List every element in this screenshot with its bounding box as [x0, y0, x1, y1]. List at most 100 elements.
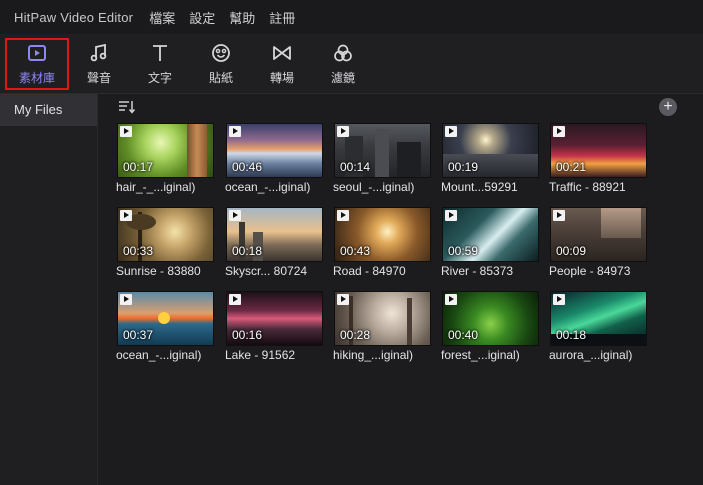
clip-name: ocean_-...iginal) [225, 180, 311, 194]
music-note-icon [90, 43, 107, 62]
clip-duration: 00:21 [556, 160, 587, 174]
tab-stickers[interactable]: 貼紙 [189, 38, 253, 90]
clip-name: forest_...iginal) [441, 348, 520, 362]
clip-thumbnail: 00:18 [550, 291, 647, 346]
clip-duration: 00:59 [448, 244, 479, 258]
app-title: HitPaw Video Editor [14, 9, 134, 25]
media-clip[interactable]: 00:40 forest_...iginal) [441, 291, 539, 363]
clip-name: People - 84973 [549, 264, 631, 278]
tab-audio[interactable]: 聲音 [67, 38, 131, 90]
clip-thumbnail: 00:14 [334, 123, 431, 178]
clip-name: Mount...59291 [441, 180, 518, 194]
media-clip[interactable]: 00:16 Lake - 91562 [225, 291, 323, 363]
media-clip[interactable]: 00:43 Road - 84970 [333, 207, 431, 279]
clip-thumbnail: 00:19 [442, 123, 539, 178]
clip-thumbnail: 00:18 [226, 207, 323, 262]
play-icon [337, 126, 349, 137]
clip-thumbnail: 00:43 [334, 207, 431, 262]
clip-duration: 00:43 [340, 244, 371, 258]
clip-duration: 00:09 [556, 244, 587, 258]
clip-duration: 00:19 [448, 160, 479, 174]
menu-help[interactable]: 幫助 [229, 8, 255, 27]
play-icon [553, 210, 565, 221]
clip-duration: 00:17 [123, 160, 154, 174]
play-icon [445, 210, 457, 221]
clip-thumbnail: 00:46 [226, 123, 323, 178]
play-icon [337, 294, 349, 305]
clip-duration: 00:37 [123, 328, 154, 342]
clip-duration: 00:40 [448, 328, 479, 342]
clip-duration: 00:16 [232, 328, 263, 342]
clip-name: Skyscr... 80724 [225, 264, 308, 278]
media-clip[interactable]: 00:21 Traffic - 88921 [549, 123, 647, 195]
transition-icon [273, 46, 291, 60]
clip-thumbnail: 00:59 [442, 207, 539, 262]
play-icon [120, 126, 132, 137]
clip-name: aurora_...iginal) [549, 348, 633, 362]
title-bar: HitPaw Video Editor 檔案 設定 幫助 註冊 [0, 0, 703, 34]
tab-text[interactable]: 文字 [128, 38, 192, 90]
clip-thumbnail: 00:40 [442, 291, 539, 346]
media-clip[interactable]: 00:09 People - 84973 [549, 207, 647, 279]
sidebar: My Files [0, 94, 98, 485]
tab-media-label: 素材庫 [18, 71, 55, 85]
clip-name: Traffic - 88921 [549, 180, 626, 194]
media-clip[interactable]: 00:19 Mount...59291 [441, 123, 539, 195]
clip-name: hair_-_...iginal) [116, 180, 196, 194]
clip-name: seoul_-...iginal) [333, 180, 415, 194]
media-clip[interactable]: 00:18 Skyscr... 80724 [225, 207, 323, 279]
play-icon [229, 126, 241, 137]
media-icon [28, 45, 46, 61]
clip-thumbnail: 00:16 [226, 291, 323, 346]
toolbar: 素材庫 聲音 文字 貼紙 轉場 濾鏡 [0, 34, 703, 94]
clip-name: River - 85373 [441, 264, 514, 278]
clip-duration: 00:14 [340, 160, 371, 174]
sort-icon[interactable] [118, 100, 136, 114]
play-icon [229, 210, 241, 221]
clip-thumbnail: 00:28 [334, 291, 431, 346]
clip-thumbnail: 00:17 [117, 123, 214, 178]
clip-duration: 00:18 [232, 244, 263, 258]
play-icon [553, 294, 565, 305]
clip-duration: 00:33 [123, 244, 154, 258]
clip-name: ocean_-...iginal) [116, 348, 202, 362]
add-media-button[interactable]: + [659, 98, 677, 116]
tab-transitions-label: 轉場 [269, 71, 294, 85]
media-clip[interactable]: 00:37 ocean_-...iginal) [116, 291, 214, 363]
filter-icon [334, 44, 352, 62]
clip-name: Lake - 91562 [225, 348, 296, 362]
menu-file[interactable]: 檔案 [149, 8, 175, 27]
clip-name: hiking_...iginal) [333, 348, 414, 362]
media-clip[interactable]: 00:17 hair_-_...iginal) [116, 123, 214, 195]
menu-bar: 檔案 設定 幫助 註冊 [149, 8, 309, 27]
sticker-icon [212, 44, 230, 62]
clip-duration: 00:28 [340, 328, 371, 342]
clip-thumbnail: 00:09 [550, 207, 647, 262]
media-clip[interactable]: 00:28 hiking_...iginal) [333, 291, 431, 363]
menu-settings[interactable]: 設定 [189, 8, 215, 27]
media-clip[interactable]: 00:18 aurora_...iginal) [549, 291, 647, 363]
clip-thumbnail: 00:37 [117, 291, 214, 346]
sidebar-item-my-files[interactable]: My Files [0, 94, 97, 126]
tab-transitions[interactable]: 轉場 [250, 38, 314, 90]
text-icon [153, 45, 167, 61]
media-clip[interactable]: 00:59 River - 85373 [441, 207, 539, 279]
tab-media[interactable]: 素材庫 [5, 38, 69, 90]
media-clip[interactable]: 00:33 Sunrise - 83880 [116, 207, 214, 279]
tab-stickers-label: 貼紙 [208, 71, 233, 85]
clip-name: Sunrise - 83880 [116, 264, 201, 278]
media-clip[interactable]: 00:14 seoul_-...iginal) [333, 123, 431, 195]
play-icon [120, 294, 132, 305]
clip-duration: 00:46 [232, 160, 263, 174]
play-icon [553, 126, 565, 137]
clip-name: Road - 84970 [333, 264, 406, 278]
tab-text-label: 文字 [147, 71, 172, 85]
tab-filters-label: 濾鏡 [330, 71, 355, 85]
media-library: + 00:17 hair_-_...iginal) 00:46 ocean_-.… [99, 94, 703, 485]
tab-audio-label: 聲音 [86, 71, 111, 85]
media-clip[interactable]: 00:46 ocean_-...iginal) [225, 123, 323, 195]
play-icon [229, 294, 241, 305]
play-icon [445, 294, 457, 305]
menu-register[interactable]: 註冊 [269, 8, 295, 27]
tab-filters[interactable]: 濾鏡 [311, 38, 375, 90]
